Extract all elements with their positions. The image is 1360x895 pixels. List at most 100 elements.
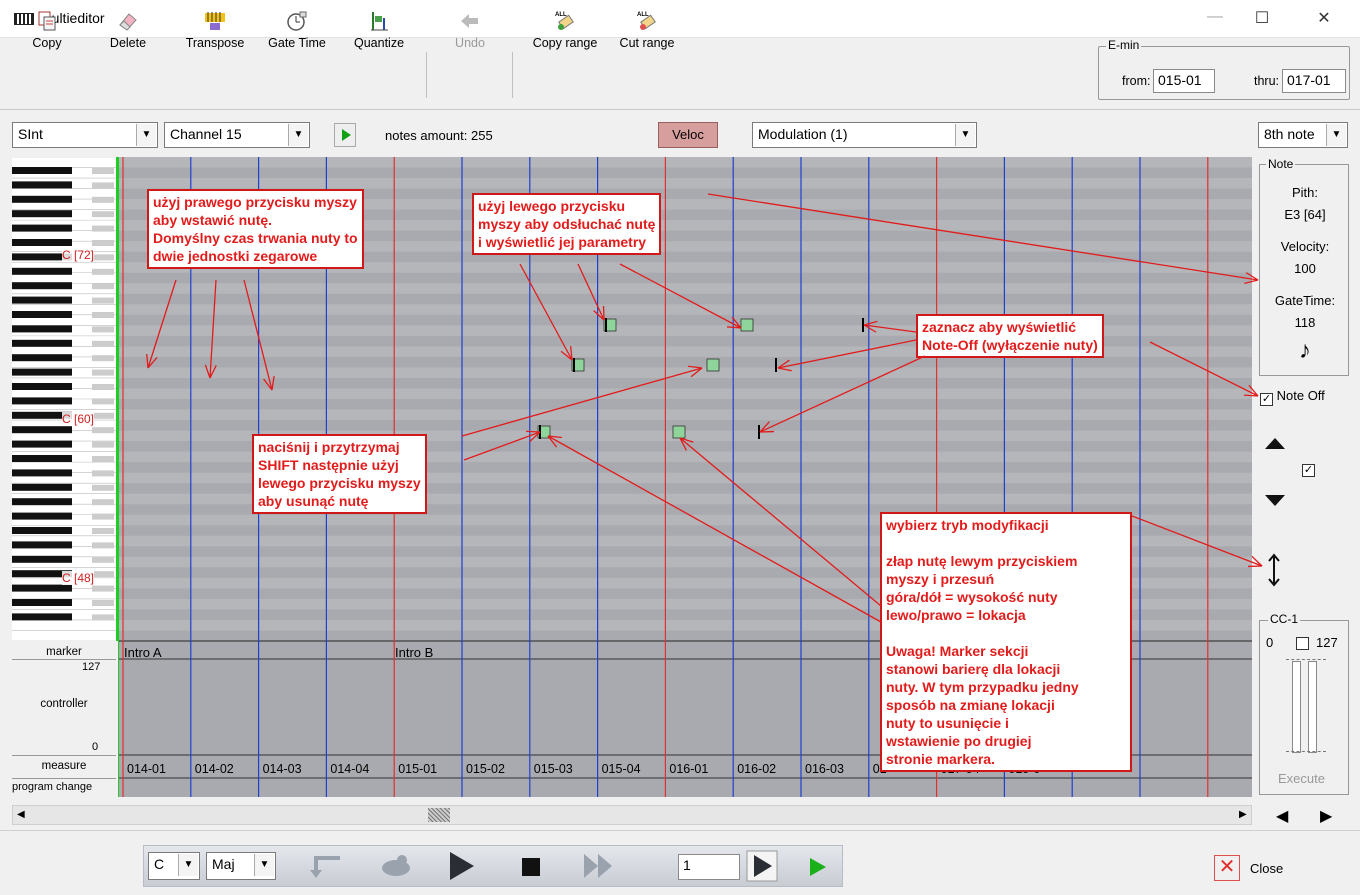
loop-back-icon[interactable] — [306, 852, 346, 880]
pitch-lock-checkbox[interactable]: ✓ — [1302, 459, 1315, 477]
black-key[interactable] — [12, 555, 72, 563]
close-icon[interactable]: ✕ — [1214, 855, 1240, 881]
black-key[interactable] — [12, 512, 72, 520]
black-key[interactable] — [12, 282, 72, 290]
metronome-icon[interactable] — [378, 852, 414, 880]
quantize-button[interactable]: Quantize — [348, 10, 410, 50]
controller-select[interactable]: Modulation (1) ▼ — [752, 122, 977, 148]
note[interactable] — [672, 425, 686, 439]
row-divider — [12, 659, 116, 660]
minimize-button[interactable]: — — [1200, 8, 1230, 30]
black-key[interactable] — [12, 239, 72, 246]
toolbar-separator — [512, 52, 513, 98]
black-key[interactable] — [12, 584, 72, 592]
black-key[interactable] — [12, 311, 72, 318]
resolution-select[interactable]: 8th note ▼ — [1258, 122, 1348, 148]
horizontal-scrollbar[interactable]: ◀ ▶ — [12, 805, 1252, 825]
annotation-line: myszy i przesuń — [886, 571, 995, 587]
play-channel-button[interactable] — [334, 123, 356, 147]
play-icon[interactable] — [448, 850, 476, 882]
black-key[interactable] — [12, 455, 72, 462]
black-key[interactable] — [12, 613, 72, 621]
channel-value: Channel 15 — [170, 126, 242, 142]
black-key[interactable] — [12, 167, 72, 174]
black-key[interactable] — [12, 383, 72, 390]
close-button[interactable]: Close — [1250, 861, 1283, 876]
piano-keys[interactable] — [12, 157, 116, 641]
scroll-right-icon[interactable]: ▶ — [1239, 809, 1247, 820]
note[interactable] — [706, 358, 720, 372]
black-key[interactable] — [12, 469, 72, 477]
fast-forward-icon[interactable] — [582, 852, 616, 880]
measure-label: 015-03 — [533, 762, 573, 776]
scale-select[interactable]: Maj ▼ — [206, 852, 276, 880]
black-key[interactable] — [12, 325, 72, 333]
pitch-down-icon[interactable] — [1264, 494, 1286, 508]
black-key[interactable] — [12, 210, 72, 218]
measure-input[interactable]: 1 — [678, 854, 740, 880]
channel-select[interactable]: Channel 15 ▼ — [164, 122, 310, 148]
marker-intro-a[interactable]: Intro A — [124, 645, 162, 660]
thru-label: thru: — [1254, 74, 1280, 88]
black-key[interactable] — [12, 267, 72, 275]
gate-time-button[interactable]: Gate Time — [262, 10, 332, 50]
marker-intro-b[interactable]: Intro B — [395, 645, 433, 660]
cc-slider-right[interactable] — [1308, 661, 1317, 753]
cut-range-button[interactable]: ALL Cut range — [612, 10, 682, 50]
black-key[interactable] — [12, 354, 72, 362]
pitch-up-icon[interactable] — [1264, 436, 1286, 450]
stop-icon[interactable] — [520, 856, 542, 878]
note[interactable] — [740, 318, 754, 332]
black-key[interactable] — [12, 397, 72, 405]
execute-button[interactable]: Execute — [1278, 771, 1325, 786]
delete-button[interactable]: Delete — [103, 10, 153, 50]
black-key[interactable] — [12, 181, 72, 189]
black-key[interactable] — [12, 599, 72, 606]
close-window-button[interactable]: ✕ — [1309, 8, 1339, 30]
annotation-line: aby wstawić nutę. — [153, 212, 273, 228]
emin-legend: E-min — [1106, 38, 1142, 52]
black-key[interactable] — [12, 296, 72, 304]
cc-slider-left[interactable] — [1292, 661, 1301, 753]
black-key[interactable] — [12, 541, 72, 549]
scroll-left-icon[interactable]: ◀ — [17, 809, 25, 820]
nav-left-icon[interactable]: ◀ — [1276, 806, 1288, 826]
nav-right-icon[interactable]: ▶ — [1320, 806, 1332, 826]
annotation-line — [886, 624, 1126, 642]
scroll-thumb[interactable] — [428, 808, 450, 822]
cc-checkbox[interactable] — [1296, 637, 1309, 650]
all-badge: ALL — [555, 12, 567, 18]
annotation-note-off: zaznacz aby wyświetlić Note-Off (wyłączen… — [916, 314, 1104, 358]
transpose-button[interactable]: Transpose — [180, 10, 250, 50]
record-play-icon[interactable] — [806, 856, 828, 878]
instrument-value: SInt — [18, 126, 43, 142]
black-key[interactable] — [12, 440, 72, 448]
black-key[interactable] — [12, 426, 72, 434]
from-field[interactable]: 015-01 — [1153, 69, 1215, 93]
undo-button[interactable]: Undo — [445, 10, 495, 50]
black-key[interactable] — [12, 483, 72, 491]
copy-button[interactable]: Copy — [22, 10, 72, 50]
black-key[interactable] — [12, 339, 72, 347]
black-key[interactable] — [12, 195, 72, 203]
veloc-button[interactable]: Veloc — [658, 122, 718, 148]
maximize-button[interactable]: ☐ — [1247, 8, 1277, 30]
key-shade — [92, 542, 114, 549]
black-key[interactable] — [12, 368, 72, 376]
play-from-measure-icon[interactable] — [746, 850, 778, 882]
copy-range-button[interactable]: ALL Copy range — [526, 10, 604, 50]
key-shade — [92, 571, 114, 578]
thru-field[interactable]: 017-01 — [1282, 69, 1346, 93]
black-key[interactable] — [12, 527, 72, 534]
measure-label: 014-01 — [127, 762, 166, 776]
annotation-line: zaznacz aby wyświetlić — [922, 319, 1077, 335]
black-key[interactable] — [12, 498, 72, 506]
piano-keyboard[interactable]: C [72] C [60] C [48] — [12, 157, 116, 641]
key-shade — [92, 384, 114, 390]
note-off-checkbox[interactable]: ✓ Note Off — [1260, 388, 1325, 406]
annotation-line: góra/dół = wysokość nuty — [886, 589, 1058, 605]
black-key[interactable] — [12, 224, 72, 232]
move-vertical-icon[interactable] — [1266, 553, 1282, 587]
instrument-select[interactable]: SInt ▼ — [12, 122, 158, 148]
key-select[interactable]: C ▼ — [148, 852, 200, 880]
